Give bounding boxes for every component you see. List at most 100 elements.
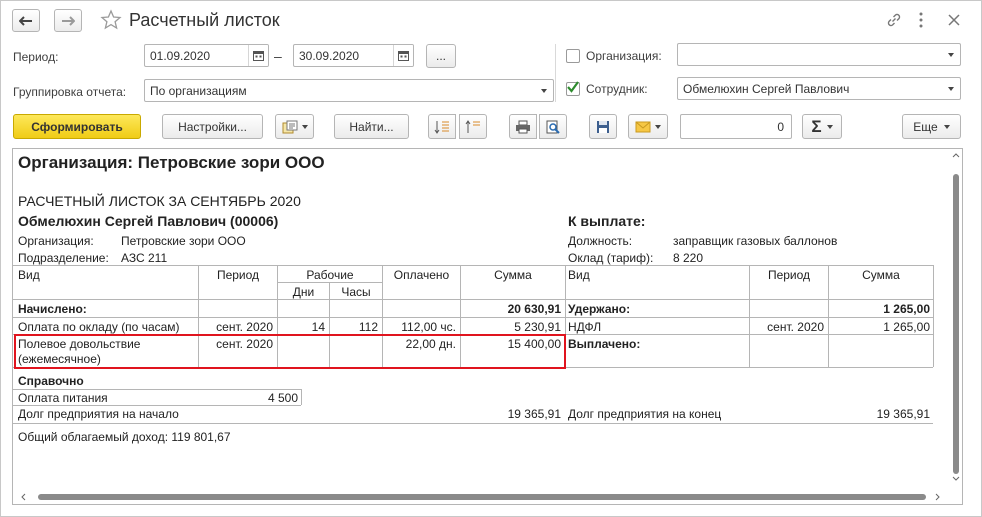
more-button[interactable]: Еще (902, 114, 961, 139)
table-header-bottom (13, 299, 933, 300)
send-email-button[interactable] (628, 114, 668, 139)
accrued-total: 20 630,91 (507, 302, 561, 316)
dept-value: АЗС 211 (121, 251, 168, 265)
window-title: Расчетный листок (129, 10, 280, 30)
header-period: Период (216, 268, 260, 282)
settings-button[interactable]: Настройки... (162, 114, 263, 139)
scroll-right-icon[interactable] (933, 490, 943, 504)
floppy-disk-icon (597, 120, 609, 133)
calendar-icon (253, 51, 264, 61)
expand-groups-button[interactable] (428, 114, 456, 139)
organization-checkbox[interactable] (566, 49, 580, 63)
employee-field[interactable]: Обмелюхин Сергей Павлович (677, 77, 961, 100)
row-paid: 112,00 чс. (401, 320, 456, 334)
report-sheet-title: РАСЧЕТНЫЙ ЛИСТОК ЗА СЕНТЯБРЬ 2020 (18, 193, 301, 209)
header-hours: Часы (341, 285, 371, 299)
period-from-field[interactable]: 01.09.2020 (144, 44, 269, 67)
report-area[interactable]: Организация: Петровские зори ООО РАСЧЕТН… (12, 148, 963, 505)
organization-field[interactable] (677, 43, 961, 66)
accrued-label: Начислено: (18, 302, 87, 316)
salary-label: Оклад (тариф): (568, 251, 654, 265)
meal-row-top (13, 389, 301, 390)
printer-icon (516, 120, 530, 133)
employee-checkbox[interactable] (566, 81, 580, 96)
chevron-down-icon (541, 88, 547, 93)
print-button[interactable] (509, 114, 537, 139)
scroll-up-icon[interactable] (950, 150, 962, 160)
chevron-down-icon (301, 124, 308, 129)
calendar-button[interactable] (248, 45, 268, 66)
org-label: Организация: (18, 234, 94, 248)
more-vertical-icon[interactable] (917, 11, 925, 29)
meal-row-end (301, 389, 302, 405)
print-preview-icon (546, 120, 560, 134)
organization-label: Организация: (586, 49, 662, 63)
org-value: Петровские зори ООО (121, 234, 246, 248)
withheld-sum: 1 265,00 (883, 320, 930, 334)
horizontal-scrollbar[interactable] (12, 490, 950, 504)
arrow-right-icon (62, 15, 75, 26)
period-select-button[interactable]: ... (426, 44, 456, 68)
variant-menu-button[interactable] (275, 114, 314, 139)
star-icon[interactable] (100, 9, 122, 31)
cell-sum-field[interactable]: 0 (680, 114, 792, 139)
chevron-down-icon (948, 86, 954, 91)
collapse-groups-button[interactable] (459, 114, 487, 139)
scroll-down-icon[interactable] (950, 474, 962, 484)
position-label: Должность: (568, 234, 633, 248)
horizontal-scroll-thumb[interactable] (38, 494, 926, 500)
row-sum: 5 230,91 (514, 320, 561, 334)
header-kind: Вид (18, 268, 40, 282)
chevron-down-icon (655, 124, 661, 129)
meal-label: Оплата питания (18, 391, 108, 405)
sigma-icon: Σ (811, 116, 822, 136)
paid-out-label: Выплачено: (568, 337, 641, 351)
chevron-down-icon (948, 52, 954, 57)
highlight-box (14, 334, 566, 369)
close-icon[interactable] (945, 11, 963, 29)
vertical-scrollbar[interactable] (950, 148, 962, 488)
grouping-dropdown-button[interactable] (535, 80, 553, 101)
checkmark-icon (567, 81, 579, 93)
forward-button[interactable] (54, 9, 82, 32)
employee-dropdown-button[interactable] (942, 78, 960, 99)
table-top-border (13, 265, 933, 266)
chevron-down-icon (943, 124, 950, 129)
scroll-left-icon[interactable] (18, 490, 28, 504)
row-period: сент. 2020 (216, 320, 273, 334)
header-sum-right: Сумма (862, 268, 900, 282)
settings-label: Настройки... (178, 119, 247, 134)
find-button[interactable]: Найти... (334, 114, 409, 139)
employee-label: Сотрудник: (586, 82, 648, 96)
period-label: Период: (13, 50, 59, 64)
more-label: Еще (913, 119, 938, 134)
grouping-field[interactable]: По организациям (144, 79, 554, 102)
calendar-button[interactable] (393, 45, 413, 66)
envelope-icon (635, 121, 651, 132)
period-dash: – (274, 48, 282, 64)
save-button[interactable] (589, 114, 617, 139)
period-select-label: ... (435, 49, 446, 63)
print-preview-button[interactable] (539, 114, 567, 139)
dept-label: Подразделение: (18, 251, 109, 265)
withheld-kind: НДФЛ (568, 320, 602, 334)
row-days: 14 (311, 320, 325, 334)
vertical-scroll-thumb[interactable] (953, 174, 959, 474)
debt-start-value: 19 365,91 (507, 407, 561, 421)
back-button[interactable] (12, 9, 40, 32)
employee-value: Обмелюхин Сергей Павлович (683, 82, 850, 96)
to-pay-label: К выплате: (568, 213, 646, 229)
row-kind: Оплата по окладу (по часам) (18, 320, 180, 334)
debt-end-value: 19 365,91 (876, 407, 930, 421)
header-kind-right: Вид (568, 268, 590, 282)
salary-value: 8 220 (673, 251, 704, 265)
organization-dropdown-button[interactable] (942, 44, 960, 65)
reference-label: Справочно (18, 374, 84, 388)
sum-mode-button[interactable]: Σ (802, 114, 842, 139)
employee-name: Обмелюхин Сергей Павлович (00006) (18, 213, 279, 229)
period-to-field[interactable]: 30.09.2020 (293, 44, 414, 67)
generate-button[interactable]: Сформировать (13, 114, 141, 139)
find-label: Найти... (349, 119, 394, 134)
link-icon[interactable] (885, 11, 903, 29)
cell-sum-value: 0 (777, 120, 784, 134)
